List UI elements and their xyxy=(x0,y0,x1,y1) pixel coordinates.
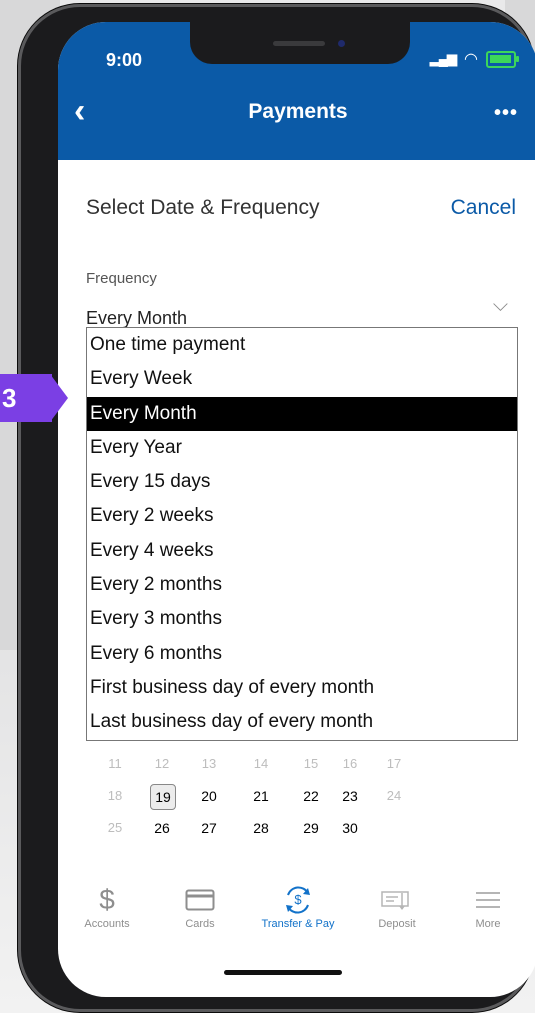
more-options-icon[interactable]: ••• xyxy=(494,102,518,125)
signal-icon: ▂▄▆ xyxy=(429,51,457,66)
tab-more[interactable]: More xyxy=(443,880,533,930)
option-every-month[interactable]: Every Month xyxy=(87,396,517,431)
tab-cards[interactable]: Cards xyxy=(155,880,245,930)
option-every-15-days[interactable]: Every 15 days xyxy=(87,465,517,499)
calendar-week: 11 12 13 14 15 16 17 xyxy=(86,748,506,780)
calendar-day[interactable]: 27 xyxy=(194,820,224,836)
tab-label: Deposit xyxy=(378,918,416,930)
calendar-day[interactable]: 30 xyxy=(335,820,365,836)
option-every-3-months[interactable]: Every 3 months xyxy=(87,602,517,636)
frequency-dropdown-list: One time payment Every Week Every Month … xyxy=(86,327,518,741)
bottom-tab-bar: $ Accounts Cards $ Transfer & Pay Deposi xyxy=(58,880,535,952)
calendar-day: 18 xyxy=(107,788,123,803)
calendar-grid: 11 12 13 14 15 16 17 18 19 20 21 22 23 2… xyxy=(86,748,506,844)
calendar-day[interactable]: 22 xyxy=(296,788,326,804)
option-every-year[interactable]: Every Year xyxy=(87,431,517,465)
option-every-4-weeks[interactable]: Every 4 weeks xyxy=(87,534,517,568)
card-icon xyxy=(155,880,245,920)
wifi-icon: ◠ xyxy=(464,51,478,68)
calendar-day[interactable]: 21 xyxy=(246,788,276,804)
calendar-day: 14 xyxy=(253,756,269,771)
phone-screen: 9:00 ▂▄▆ ◠ ‹ Payments ••• Select Date & … xyxy=(58,22,535,997)
option-last-business-day[interactable]: Last business day of every month xyxy=(87,705,517,739)
option-every-week[interactable]: Every Week xyxy=(87,362,517,396)
front-camera xyxy=(338,40,345,47)
option-every-2-months[interactable]: Every 2 months xyxy=(87,568,517,602)
calendar-day: 16 xyxy=(342,756,358,771)
transfer-icon: $ xyxy=(253,880,343,920)
phone-frame: 9:00 ▂▄▆ ◠ ‹ Payments ••• Select Date & … xyxy=(18,4,535,1012)
tab-transfer-pay[interactable]: $ Transfer & Pay xyxy=(253,880,343,930)
chevron-down-icon[interactable]: ⌵ xyxy=(493,294,508,317)
status-icons: ▂▄▆ ◠ xyxy=(429,49,519,69)
tab-deposit[interactable]: Deposit xyxy=(352,880,442,930)
check-icon xyxy=(352,880,442,920)
calendar-week: 18 19 20 21 22 23 24 xyxy=(86,780,506,812)
calendar-day: 24 xyxy=(386,788,402,803)
tab-label: Accounts xyxy=(84,918,130,930)
option-one-time[interactable]: One time payment xyxy=(87,328,517,362)
calendar-day: 13 xyxy=(201,756,217,771)
speaker-grille xyxy=(273,41,325,46)
calendar-day[interactable]: 20 xyxy=(194,788,224,804)
dollar-icon: $ xyxy=(99,884,115,915)
battery-icon xyxy=(486,50,519,68)
page-title: Payments xyxy=(248,100,348,123)
step-marker: 3 xyxy=(0,374,68,422)
frequency-select[interactable]: Every Month xyxy=(86,308,187,329)
option-first-business-day[interactable]: First business day of every month xyxy=(87,671,517,705)
calendar-day[interactable]: 23 xyxy=(335,788,365,804)
calendar-day: 12 xyxy=(154,756,170,771)
calendar-day-selected[interactable]: 19 xyxy=(150,784,176,810)
calendar-day: 11 xyxy=(108,756,122,771)
section-heading: Select Date & Frequency xyxy=(86,196,320,219)
home-indicator[interactable] xyxy=(224,970,342,975)
calendar-day[interactable]: 29 xyxy=(296,820,326,836)
status-time: 9:00 xyxy=(106,50,143,70)
calendar-day: 15 xyxy=(303,756,319,771)
tab-label: More xyxy=(475,918,501,930)
calendar-day: 17 xyxy=(386,756,402,771)
tab-accounts[interactable]: $ Accounts xyxy=(62,880,152,930)
calendar-day[interactable]: 28 xyxy=(246,820,276,836)
frequency-label: Frequency xyxy=(86,270,157,287)
menu-icon xyxy=(443,880,533,920)
svg-text:$: $ xyxy=(294,892,302,907)
option-every-6-months[interactable]: Every 6 months xyxy=(87,637,517,671)
cancel-button[interactable]: Cancel xyxy=(451,196,516,220)
phone-notch xyxy=(190,22,410,64)
calendar-day[interactable]: 26 xyxy=(147,820,177,836)
option-every-2-weeks[interactable]: Every 2 weeks xyxy=(87,499,517,533)
tab-label: Transfer & Pay xyxy=(261,918,335,930)
calendar-week: 25 26 27 28 29 30 xyxy=(86,812,506,844)
tab-label: Cards xyxy=(185,918,215,930)
calendar-day: 25 xyxy=(107,820,123,835)
